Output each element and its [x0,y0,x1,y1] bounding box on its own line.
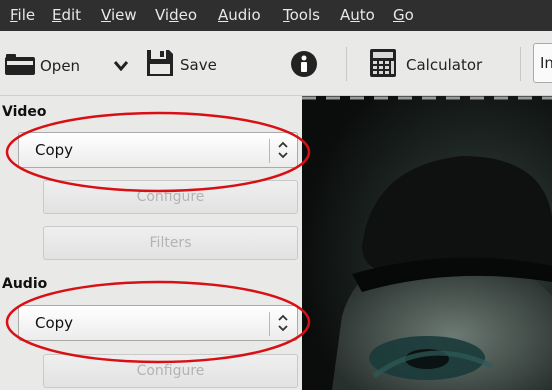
menu-auto-label-end: to [359,6,375,24]
menu-go[interactable]: Go [393,6,414,24]
combo-separator [269,312,270,336]
menu-file-label: ile [17,6,36,24]
calculator-button[interactable]: Calculator [369,48,482,82]
open-label: Open [40,57,81,75]
menu-view-mnemonic: V [101,6,111,24]
video-filters-button[interactable]: Filters [43,226,298,260]
menu-bar: File Edit View Video Audio Tools Auto Go [0,0,552,31]
info-button[interactable] [290,50,318,82]
menu-video-mnemonic: d [169,6,179,24]
up-down-arrows-icon [275,137,291,163]
menu-view[interactable]: View [101,6,137,24]
video-configure-button[interactable]: Configure [43,180,298,214]
menu-audio-mnemonic: A [218,6,229,24]
toolbar-separator [520,47,521,81]
chevron-down-icon [113,57,129,75]
calculator-icon [369,48,397,82]
menu-audio-label: udio [228,6,261,24]
audio-codec-select[interactable]: Copy [18,305,298,341]
menu-go-label: o [404,6,414,24]
menu-auto[interactable]: Auto [340,6,375,24]
toolbar: Open Save Calculator In [0,31,552,96]
menu-auto-label-start: A [340,6,351,24]
menu-edit[interactable]: Edit [52,6,81,24]
toolbar-separator [346,47,347,81]
menu-tools[interactable]: Tools [283,6,320,24]
menu-auto-mnemonic: u [350,6,360,24]
video-codec-value: Copy [35,141,74,159]
format-combo-truncated[interactable]: In [533,43,552,83]
video-codec-select[interactable]: Copy [18,132,298,168]
floppy-disk-icon [146,49,174,81]
side-panel: Video Copy Configure Filters Audio Copy … [0,96,302,390]
calculator-label: Calculator [406,56,483,74]
open-folder-icon [4,51,36,81]
menu-tools-mnemonic: T [283,6,290,24]
menu-video-label-start: Vi [155,6,170,24]
open-button[interactable]: Open [4,51,80,81]
menu-file-mnemonic: F [10,6,18,24]
video-section-title: Video [2,104,47,120]
menu-edit-label: dit [61,6,82,24]
info-icon [290,50,318,82]
menu-video[interactable]: Video [155,6,197,24]
menu-audio[interactable]: Audio [218,6,261,24]
audio-configure-button[interactable]: Configure [43,354,298,388]
menu-view-label: iew [110,6,137,24]
menu-file[interactable]: File [10,6,35,24]
open-dropdown-button[interactable] [113,57,129,75]
menu-go-mnemonic: G [393,6,405,24]
video-frame-image [302,96,552,390]
save-button[interactable]: Save [146,49,217,81]
video-preview [302,96,552,390]
save-label: Save [180,56,217,74]
menu-video-label-end: eo [178,6,198,24]
audio-codec-value: Copy [35,314,74,332]
audio-section-title: Audio [2,276,48,292]
up-down-arrows-icon [275,310,291,336]
format-combo-text: In [540,54,552,72]
menu-tools-label: ools [289,6,320,24]
combo-separator [269,139,270,163]
